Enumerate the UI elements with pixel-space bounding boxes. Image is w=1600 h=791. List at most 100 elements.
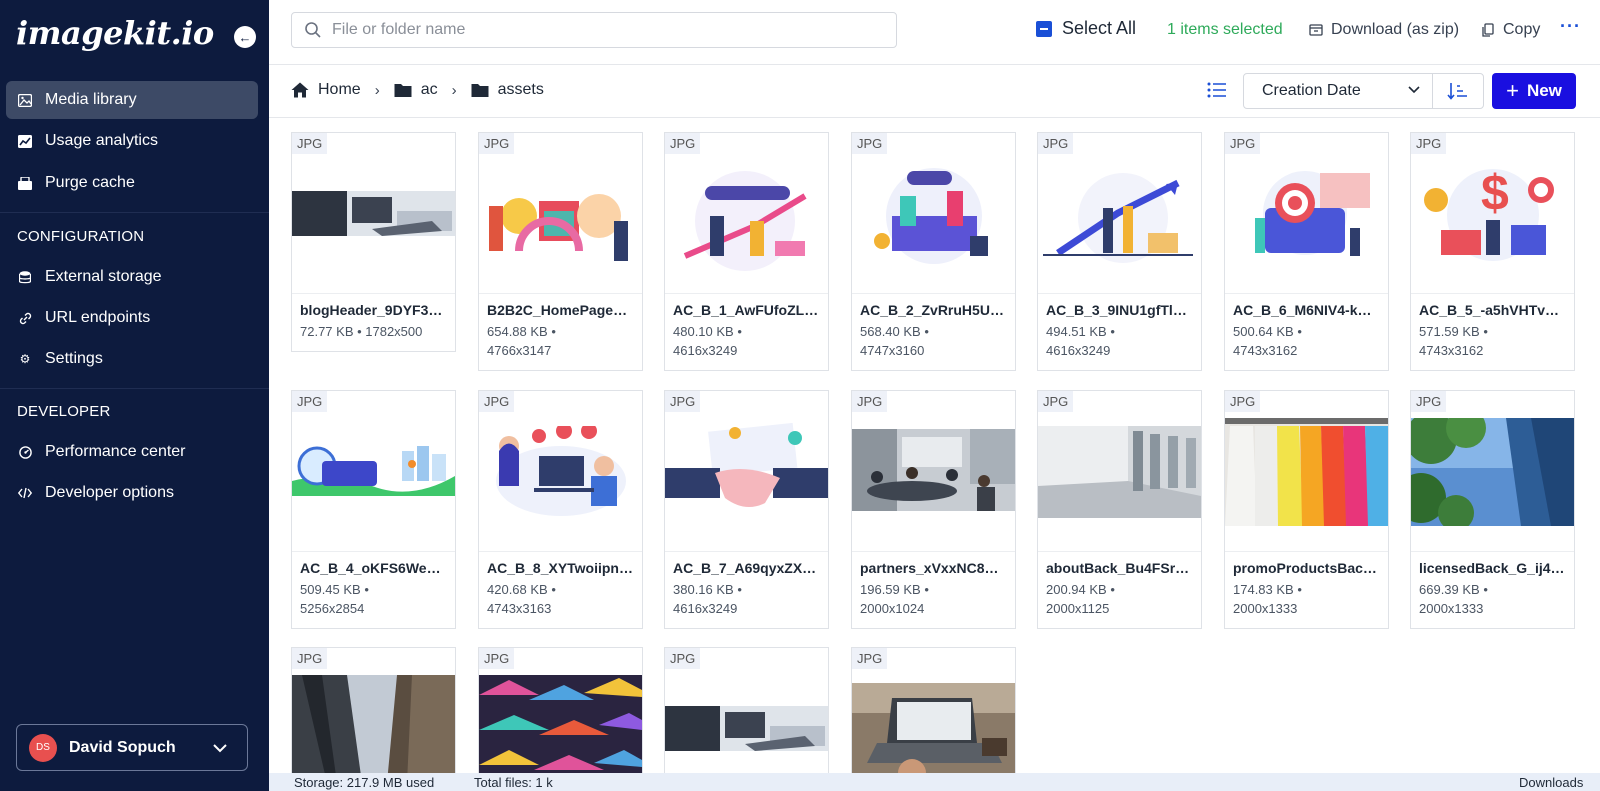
search-input[interactable] [332,21,872,39]
file-size: 480.10 KB • [673,324,742,339]
thumbnail[interactable]: JPG [1225,133,1388,294]
file-card[interactable]: JPG AC_B_7_A69qyxZX… 380.16 KB • 4616x324… [664,390,829,629]
thumbnail[interactable]: JPG [292,133,455,294]
search-icon [305,22,321,38]
thumbnail[interactable]: JPG [292,391,455,552]
chart-icon [18,134,32,148]
file-card[interactable]: JPG [478,647,643,773]
sidebar-item-settings[interactable]: ⚙ Settings [6,340,258,378]
file-size: 509.45 KB • [300,582,369,597]
file-card[interactable]: JPG [291,647,456,773]
file-meta: 420.68 KB • 4743x3163 [479,576,642,628]
file-card[interactable]: JPG AC_B_4_oKFS6WeZ… 509.45 KB • 5256x285… [291,390,456,629]
file-card[interactable]: JPG [664,647,829,773]
thumbnail[interactable]: JPG [665,133,828,294]
file-meta: 480.10 KB • 4616x3249 [665,318,828,370]
sidebar-item-label: Media library [45,91,137,108]
thumbnail[interactable]: JPG [479,648,642,773]
file-card[interactable]: JPG promoProductsBack… 174.83 KB • 2000x1… [1224,390,1389,629]
breadcrumb-ac[interactable]: ac [421,81,438,99]
file-card[interactable]: JPG [851,647,1016,773]
thumbnail[interactable]: JPG [479,133,642,294]
thumbnail[interactable]: JPG [852,133,1015,294]
copy-button[interactable]: Copy [1481,21,1540,39]
sidebar-item-media-library[interactable]: Media library [6,81,258,119]
thumbnail[interactable]: JPG [1411,391,1574,552]
sort-direction-button[interactable] [1432,73,1484,109]
select-all-toggle[interactable]: Select All [1036,18,1136,39]
avatar: DS [29,733,57,762]
thumbnail[interactable]: JPG [852,648,1015,773]
divider [0,388,269,389]
search-box[interactable] [291,12,897,48]
file-name: AC_B_4_oKFS6WeZ… [300,560,450,576]
more-options-button[interactable]: ··· [1560,16,1581,37]
thumbnail[interactable]: JPG [1038,133,1201,294]
new-button[interactable]: + New [1492,73,1576,109]
file-size: 494.51 KB • [1046,324,1115,339]
breadcrumb-home[interactable]: Home [318,81,361,99]
file-card[interactable]: JPG AC_B_8_XYTwoiipn… 420.68 KB • 4743x31… [478,390,643,629]
file-size: 72.77 KB • 1782x500 [300,324,423,339]
download-icon [1309,24,1323,36]
thumbnail[interactable]: JPG [665,648,828,773]
logo[interactable]: imagekit.io [16,14,214,52]
file-card[interactable]: JPG aboutBack_Bu4FSrD… 200.94 KB • 2000x1… [1037,390,1202,629]
file-dimensions: 4747x3160 [860,343,925,358]
file-meta: 196.59 KB • 2000x1024 [852,576,1015,628]
file-name: partners_xVxxNC8Q… [860,560,1010,576]
file-card[interactable]: JPG blogHeader_9DYF3… 72.77 KB • 1782x50… [291,132,456,352]
file-card[interactable]: JPG AC_B_1_AwFUfoZLE… 480.10 KB • 4616x32… [664,132,829,371]
file-size: 568.40 KB • [860,324,929,339]
photo-thumbnail [292,191,455,236]
sidebar-item-developer-options[interactable]: Developer options [6,474,258,512]
photo-thumbnail [292,675,455,773]
file-size: 196.59 KB • [860,582,929,597]
link-icon [18,311,32,325]
file-size: 380.16 KB • [673,582,742,597]
user-menu[interactable]: DS David Sopuch [16,724,248,771]
file-card[interactable]: JPG partners_xVxxNC8Q… 196.59 KB • 2000x1… [851,390,1016,629]
sidebar-item-url-endpoints[interactable]: URL endpoints [6,299,258,337]
photo-thumbnail [1225,418,1388,526]
thumbnail[interactable]: JPG [665,391,828,552]
breadcrumb-assets[interactable]: assets [498,81,544,99]
file-type-badge: JPG [852,391,888,412]
file-name: AC_B_1_AwFUfoZLE… [673,302,828,318]
sidebar-item-external-storage[interactable]: External storage [6,258,258,296]
sidebar-item-performance-center[interactable]: Performance center [6,433,258,471]
file-size: 654.88 KB • [487,324,556,339]
list-view-icon[interactable] [1207,81,1227,99]
downloads-link[interactable]: Downloads [1519,775,1583,790]
thumbnail[interactable]: JPG [1038,391,1201,552]
photo-thumbnail [479,675,642,773]
file-card[interactable]: JPG AC_B_2_ZvRruH5UP… 568.40 KB • 4747x31… [851,132,1016,371]
file-dimensions: 4616x3249 [1046,343,1111,358]
file-card[interactable]: JPG AC_B_6_M6NIV4-k… 500.64 KB • 4743x316… [1224,132,1389,371]
sidebar-item-purge-cache[interactable]: Purge cache [6,164,258,202]
divider [269,64,1600,65]
new-button-label: New [1526,81,1562,100]
thumbnail[interactable]: JPG [852,391,1015,552]
sort-select[interactable]: Creation Date [1243,73,1433,109]
thumbnail[interactable]: JPG [1225,391,1388,552]
file-name: AC_B_6_M6NIV4-k… [1233,302,1372,318]
file-dimensions: 4766x3147 [487,343,552,358]
illustration-thumbnail [665,423,828,523]
collapse-sidebar-button[interactable]: ← [234,26,256,48]
sort-descending-icon [1447,83,1467,100]
file-card[interactable]: JPG $ AC_B_5_-a5hVHTv… 571.59 KB • 4743x3… [1410,132,1575,371]
photo-thumbnail [665,706,828,751]
select-all-checkbox[interactable] [1036,20,1052,37]
thumbnail[interactable]: JPG [479,391,642,552]
file-card[interactable]: JPG licensedBack_G_ij4… 669.39 KB • 2000x… [1410,390,1575,629]
download-zip-button[interactable]: Download (as zip) [1309,21,1459,39]
user-name: David Sopuch [69,738,176,756]
file-card[interactable]: JPG B2B2C_HomePage_… 654.88 KB • 4766x314… [478,132,643,371]
file-card[interactable]: JPG AC_B_3_9INU1gfTlc… 494.51 KB • 4616x3… [1037,132,1202,371]
thumbnail[interactable]: JPG $ [1411,133,1574,294]
gauge-icon [18,445,32,459]
thumbnail[interactable]: JPG [292,648,455,773]
sidebar-item-usage-analytics[interactable]: Usage analytics [6,122,258,160]
svg-text:$: $ [1481,165,1509,221]
